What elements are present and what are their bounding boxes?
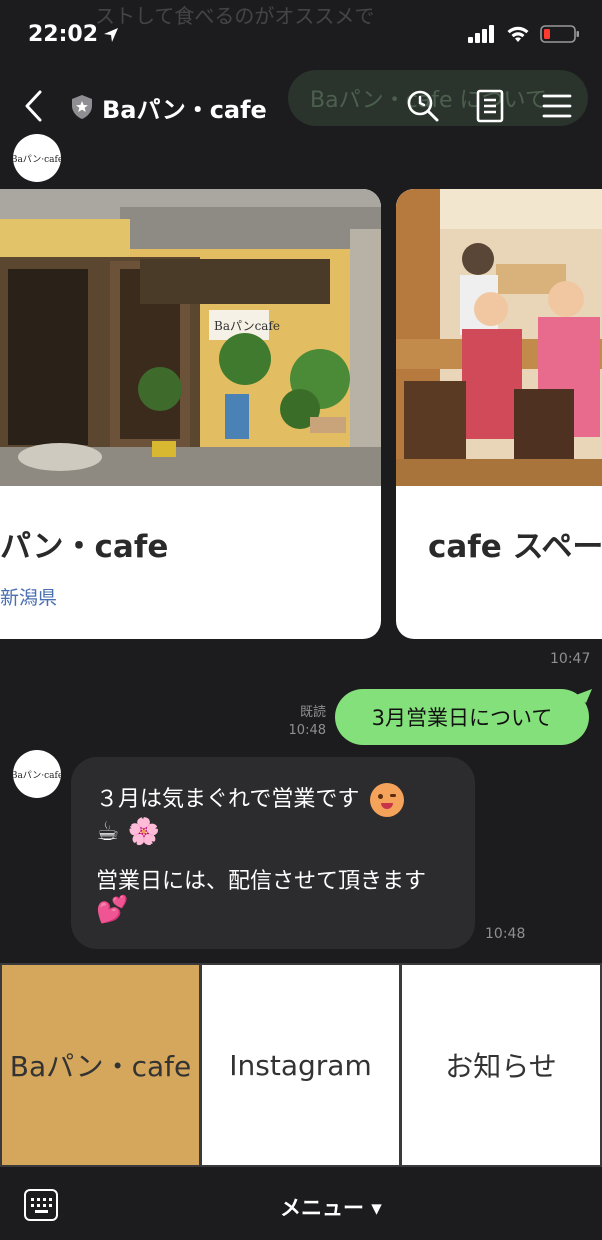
chat-title: Baパン・cafe: [102, 96, 267, 124]
sent-message-text: 3月営業日について: [371, 706, 553, 730]
cafe-space-photo: [396, 189, 602, 486]
status-time: 22:02: [28, 22, 99, 47]
status-bar: ストして食べるのがオススメで 22:02: [0, 0, 602, 70]
keyboard-icon[interactable]: [24, 1189, 58, 1221]
emoji-line: ☕ 🌸: [96, 817, 160, 847]
rich-menu: Baパン・cafe Instagram お知らせ: [0, 963, 602, 1167]
sent-message-bubble[interactable]: 3月営業日について: [335, 689, 589, 745]
location-arrow-icon: [104, 28, 118, 42]
shop-front-image: Baパンcafe: [0, 189, 381, 486]
avatar-logo: Baパン·cafe: [10, 770, 64, 781]
cafe-space-image: [396, 189, 602, 486]
read-receipt: 既読 10:48: [270, 704, 326, 740]
message-line-text: ３月は気まぐれで営業です: [96, 787, 360, 812]
sent-bubble-tail: [576, 689, 592, 703]
message-time: 10:47: [550, 651, 591, 667]
bottom-bar: メニュー ▾: [0, 1167, 602, 1240]
battery-low-icon: [540, 25, 579, 43]
heart-emoji-line: 💕: [96, 895, 129, 925]
message-time: 10:48: [485, 926, 526, 942]
chat-header: Baパン・cafe について Baパン・cafe: [0, 70, 602, 142]
menu-icon[interactable]: [541, 88, 573, 124]
rich-menu-label: Baパン・cafe: [9, 1050, 192, 1083]
wifi-icon: [507, 26, 529, 42]
message-line: ３月は気まぐれで営業です: [96, 781, 405, 817]
keyboard-keys: [31, 1198, 52, 1213]
shop-front-photo: Baパンcafe: [0, 189, 381, 486]
rich-menu-item-home[interactable]: Baパン・cafe: [2, 965, 199, 1165]
search-icon[interactable]: [405, 88, 441, 124]
smile-emoji-icon: [370, 783, 405, 817]
message-line: 営業日には、配信させて頂きます: [96, 869, 427, 894]
status-icons: [468, 24, 580, 44]
rich-menu-label: Instagram: [229, 1048, 372, 1082]
carousel-card-2[interactable]: cafe スペー: [396, 189, 602, 639]
signal-icon: [468, 25, 494, 43]
read-label: 既読: [299, 705, 326, 720]
card-title: パン・cafe: [0, 529, 169, 565]
shop-sign-text: Baパンcafe: [214, 319, 280, 333]
sender-avatar[interactable]: Baパン·cafe: [10, 750, 64, 798]
card-subtitle: 新潟県: [0, 587, 58, 609]
background-message-text: ストして食べるのがオススメで: [95, 4, 375, 28]
carousel-card-1[interactable]: Baパンcafe パン・cafe 新潟県: [0, 189, 381, 639]
card-title: cafe スペー: [428, 529, 602, 565]
menu-toggle-button[interactable]: メニュー ▾: [280, 1192, 382, 1222]
notes-icon[interactable]: [474, 88, 506, 124]
sender-avatar[interactable]: Baパン·cafe: [10, 134, 64, 182]
rich-menu-item-notice[interactable]: お知らせ: [402, 965, 600, 1165]
received-message-bubble[interactable]: ３月は気まぐれで営業です ☕ 🌸 営業日には、配信させて頂きます 💕: [71, 757, 475, 949]
rich-menu-label: お知らせ: [445, 1050, 557, 1083]
back-arrow-icon[interactable]: [20, 88, 50, 124]
avatar-logo: Baパン·cafe: [10, 154, 64, 165]
rich-menu-item-instagram[interactable]: Instagram: [202, 965, 399, 1165]
verified-shield-icon: [72, 95, 92, 119]
sent-time: 10:48: [288, 723, 326, 738]
